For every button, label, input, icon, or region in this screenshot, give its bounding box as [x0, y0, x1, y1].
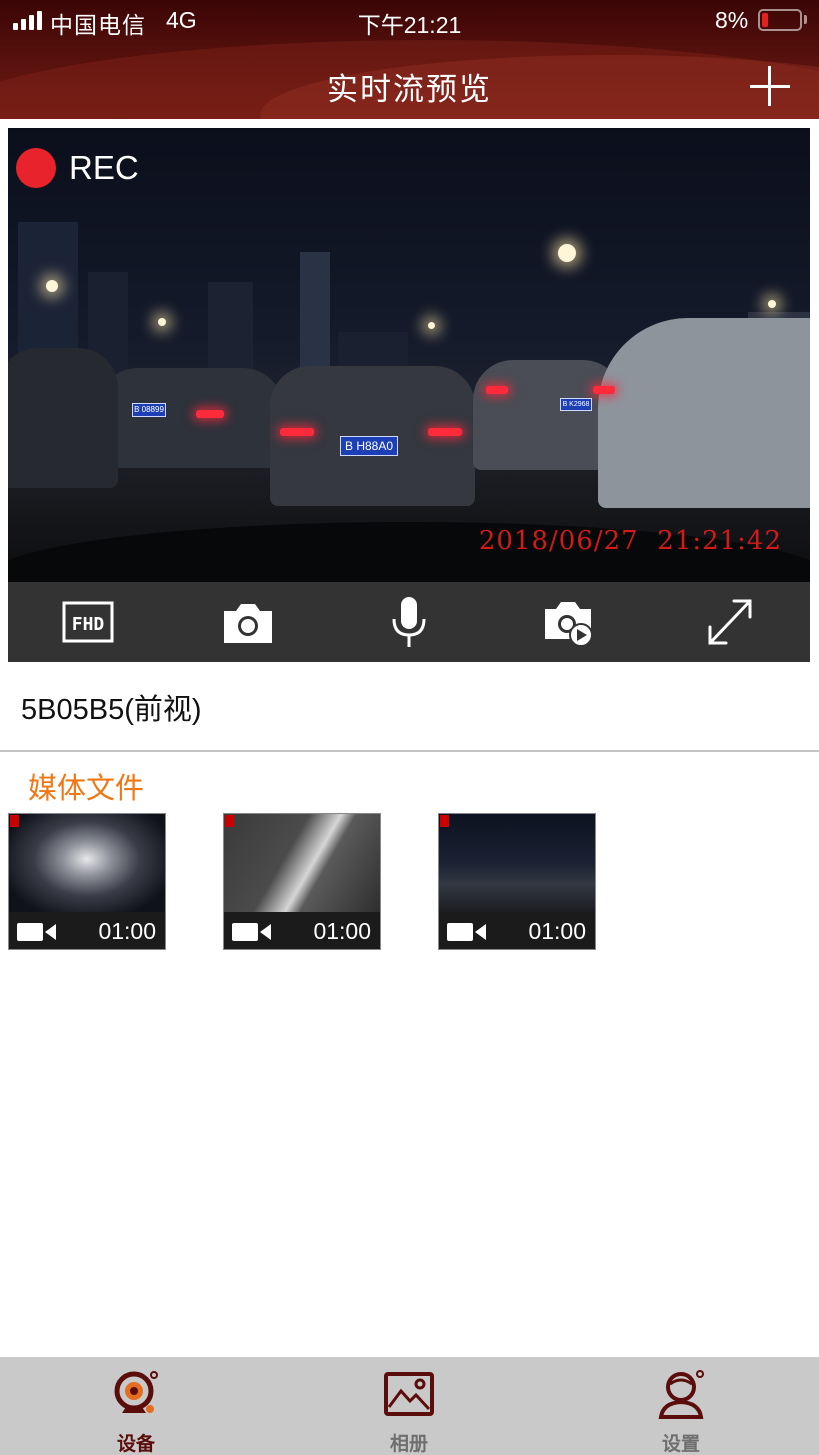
media-duration: 01:00	[313, 918, 371, 944]
tab-label: 设置	[661, 1434, 700, 1455]
user-settings-icon	[658, 1370, 704, 1419]
thumbnail-info-bar: 01:00	[224, 912, 380, 949]
channel-badge	[225, 815, 234, 827]
channel-badge	[10, 815, 19, 827]
battery-icon	[758, 9, 802, 31]
media-section-title: 媒体文件	[28, 773, 145, 805]
page-title: 实时流预览	[327, 72, 492, 107]
video-control-bar: FHD	[8, 582, 810, 662]
battery-tip	[804, 15, 807, 24]
fhd-label: FHD	[72, 614, 105, 635]
battery-percent: 8%	[715, 7, 749, 33]
camera-icon[interactable]	[220, 595, 276, 649]
tab-label: 设备	[116, 1434, 155, 1455]
video-camera-icon	[447, 923, 486, 941]
dashcam-icon	[114, 1371, 158, 1413]
rec-label: REC	[69, 149, 139, 186]
microphone-icon[interactable]	[381, 595, 437, 649]
status-time: 下午21:21	[357, 12, 462, 38]
channel-badge	[440, 815, 449, 827]
license-plate: B H88A0	[340, 436, 398, 456]
video-camera-icon	[232, 923, 271, 941]
fhd-icon[interactable]: FHD	[60, 595, 116, 649]
picture-icon	[384, 1372, 434, 1416]
status-bar: 中国电信 4G 下午21:21 8%	[0, 0, 819, 40]
bottom-tab-bar: 设备 相册 设置	[0, 1357, 819, 1455]
tab-album[interactable]: 相册	[339, 1357, 479, 1455]
camera-play-icon[interactable]	[541, 595, 597, 649]
media-thumbnail[interactable]: 01:00	[438, 813, 596, 950]
tab-settings[interactable]: 设置	[611, 1357, 751, 1455]
media-duration: 01:00	[98, 918, 156, 944]
media-duration: 01:00	[528, 918, 586, 944]
tab-device[interactable]: 设备	[66, 1357, 206, 1455]
media-thumbnail[interactable]: 01:00	[223, 813, 381, 950]
video-camera-icon	[17, 923, 56, 941]
plus-icon[interactable]	[750, 66, 790, 106]
divider	[0, 750, 819, 752]
live-video-view[interactable]: B 08899 B H88A0 B K2968 REC 2018/06/27 2…	[8, 128, 810, 582]
media-thumbnail[interactable]: 01:00	[8, 813, 166, 950]
battery-level	[762, 13, 768, 27]
thumbnail-info-bar: 01:00	[439, 912, 595, 949]
license-plate: B K2968	[560, 398, 592, 411]
app-header: 中国电信 4G 下午21:21 8% 实时流预览	[0, 0, 819, 119]
recording-indicator-icon	[16, 148, 56, 188]
license-plate: B 08899	[132, 403, 166, 417]
video-timestamp: 2018/06/27 21:21:42	[478, 526, 782, 556]
device-name[interactable]: 5B05B5(前视)	[21, 686, 202, 728]
expand-icon[interactable]	[702, 595, 758, 649]
tab-label: 相册	[389, 1434, 428, 1455]
thumbnail-info-bar: 01:00	[9, 912, 165, 949]
